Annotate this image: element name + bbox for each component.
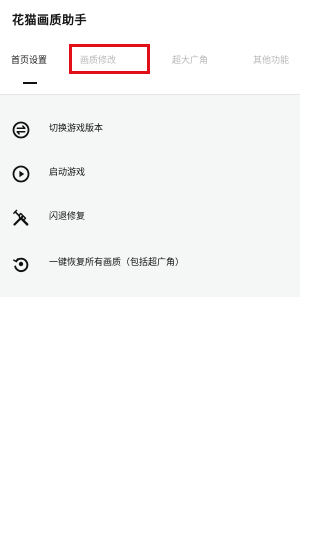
tab-wide-angle[interactable]: 超大广角 — [172, 54, 208, 76]
menu-label-switch-version: 切换游戏版本 — [49, 124, 104, 134]
tab-bar: 首页设置 画质修改 超大广角 其他功能 — [0, 54, 300, 76]
menu-label-crash-fix: 闪退修复 — [49, 212, 86, 222]
menu-item-restore-quality[interactable]: 一键恢复所有画质（包括超广角） — [0, 247, 300, 279]
highlight-box — [69, 44, 150, 74]
app-title: 花猫画质助手 — [12, 13, 88, 27]
restore-icon — [10, 253, 32, 275]
menu-item-start-game[interactable]: 启动游戏 — [0, 157, 300, 189]
tab-other-functions[interactable]: 其他功能 — [253, 54, 289, 76]
app-header: 花猫画质助手 首页设置 画质修改 超大广角 其他功能 — [0, 0, 300, 86]
tools-repair-icon — [10, 207, 32, 229]
play-circle-icon — [10, 163, 32, 185]
menu-panel: 切换游戏版本 启动游戏 闪退修复 一键恢复所有画质（包括超广角） — [0, 95, 300, 297]
menu-label-start-game: 启动游戏 — [49, 168, 86, 178]
active-tab-indicator — [23, 82, 37, 84]
menu-item-crash-fix[interactable]: 闪退修复 — [0, 201, 300, 233]
swap-arrows-icon — [10, 119, 32, 141]
menu-label-restore-quality: 一键恢复所有画质（包括超广角） — [49, 258, 185, 268]
tab-home-settings[interactable]: 首页设置 — [11, 54, 47, 76]
menu-item-switch-version[interactable]: 切换游戏版本 — [0, 113, 300, 145]
